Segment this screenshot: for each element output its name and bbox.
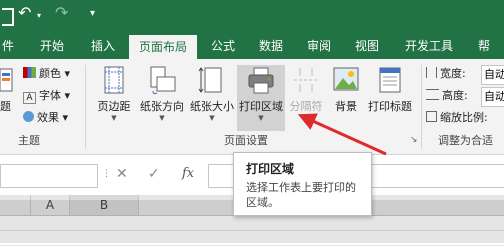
scale-icon — [426, 111, 437, 122]
undo-dropdown-icon[interactable]: ▾ — [37, 11, 41, 20]
more-icon: ⋮ — [102, 169, 111, 179]
tab-review[interactable]: 审阅 — [307, 33, 331, 59]
chevron-down-icon: ▼ — [209, 114, 215, 122]
insert-function-icon[interactable]: fx — [182, 166, 194, 181]
breaks-icon — [291, 65, 321, 95]
margins-icon — [99, 65, 129, 95]
redo-icon[interactable]: ↷ — [55, 3, 68, 22]
height-control: 高度: — [426, 87, 468, 105]
colors-button[interactable]: 颜色 ▾ — [23, 65, 70, 83]
width-select[interactable]: 自动 — [481, 65, 504, 85]
themes-button[interactable]: 题 — [0, 65, 16, 131]
chevron-down-icon: ▼ — [303, 114, 309, 122]
themes-icon — [0, 65, 14, 95]
tab-insert[interactable]: 插入 — [91, 33, 115, 59]
orientation-icon — [147, 65, 177, 95]
chevron-down-icon: ▼ — [159, 114, 165, 122]
save-icon[interactable] — [2, 8, 14, 26]
background-image-icon — [331, 65, 361, 95]
print-titles-icon — [375, 65, 405, 95]
tab-help[interactable]: 帮 — [478, 33, 490, 59]
size-icon — [197, 65, 227, 95]
chevron-down-icon: ▼ — [111, 114, 117, 122]
print-titles-label: 打印标题 — [368, 100, 412, 113]
print-area-button[interactable]: 打印区域 ▼ — [237, 65, 285, 131]
margins-button[interactable]: 页边距 ▼ — [93, 65, 135, 131]
tab-formulas[interactable]: 公式 — [211, 33, 235, 59]
print-titles-button[interactable]: 打印标题 — [364, 65, 416, 131]
ribbon-tabs: 件 开始 插入 页面布局 公式 数据 审阅 视图 开发工具 帮 — [0, 33, 504, 59]
customize-quick-access-icon[interactable]: ▾ — [90, 8, 95, 19]
themes-label: 题 — [0, 100, 11, 113]
title-bar: ↶ ▾ ↷ ▾ — [0, 0, 504, 33]
group-separator — [421, 65, 422, 149]
group-separator — [85, 65, 86, 149]
fonts-label: 字体 — [39, 89, 61, 102]
tab-file[interactable]: 件 — [2, 33, 14, 59]
background-button[interactable]: 背景 — [328, 65, 364, 131]
colors-label: 颜色 — [39, 67, 61, 80]
fonts-icon: A — [23, 92, 36, 104]
themes-group-label: 主题 — [18, 134, 40, 147]
orientation-button[interactable]: 纸张方向 ▼ — [137, 65, 187, 131]
scale-group-label: 调整为合适 — [438, 134, 493, 147]
tooltip-description: 选择工作表上要打印的区域。 — [246, 181, 356, 209]
width-icon — [426, 67, 437, 78]
printer-icon — [246, 65, 276, 95]
breaks-label: 分隔符 — [289, 100, 323, 113]
colors-icon — [23, 67, 36, 78]
page-setup-group-label: 页面设置 — [224, 134, 268, 147]
scale-control: 缩放比例: — [426, 109, 488, 127]
tab-page-layout[interactable]: 页面布局 — [129, 35, 197, 59]
margins-label: 页边距 — [97, 100, 131, 113]
chevron-down-icon: ▼ — [258, 114, 264, 122]
effects-button[interactable]: 效果 ▾ — [23, 109, 68, 127]
ribbon: 题 颜色 ▾ A 字体 ▾ 效果 ▾ 主题 页边距 ▼ 纸张方向 ▼ 纸张大小 ▼ — [0, 59, 504, 155]
width-label: 宽度: — [440, 67, 466, 80]
breaks-button[interactable]: 分隔符 ▼ — [286, 65, 326, 131]
orientation-label: 纸张方向 — [140, 100, 184, 113]
background-label: 背景 — [335, 100, 357, 113]
undo-icon[interactable]: ↶ — [18, 3, 31, 22]
tab-home[interactable]: 开始 — [40, 33, 64, 59]
scale-label: 缩放比例: — [440, 111, 488, 124]
print-area-tooltip: 打印区域 选择工作表上要打印的区域。 — [233, 152, 372, 216]
effects-icon — [23, 111, 34, 122]
tooltip-title: 打印区域 — [246, 162, 295, 176]
tab-data[interactable]: 数据 — [259, 33, 283, 59]
cancel-icon[interactable]: ✕ — [116, 166, 128, 182]
height-select[interactable]: 自动 — [481, 87, 504, 107]
enter-icon[interactable]: ✓ — [148, 166, 160, 182]
effects-label: 效果 — [37, 111, 59, 124]
size-label: 纸张大小 — [190, 100, 234, 113]
height-label: 高度: — [442, 89, 468, 102]
fonts-button[interactable]: A 字体 ▾ — [23, 87, 70, 105]
tab-developer[interactable]: 开发工具 — [405, 33, 453, 59]
width-control: 宽度: — [426, 65, 466, 83]
name-box[interactable] — [0, 164, 98, 188]
dialog-launcher-icon[interactable]: ↘ — [410, 135, 419, 145]
tab-view[interactable]: 视图 — [355, 33, 379, 59]
size-button[interactable]: 纸张大小 ▼ — [187, 65, 237, 131]
height-icon — [426, 89, 439, 100]
print-area-label: 打印区域 — [239, 100, 283, 113]
